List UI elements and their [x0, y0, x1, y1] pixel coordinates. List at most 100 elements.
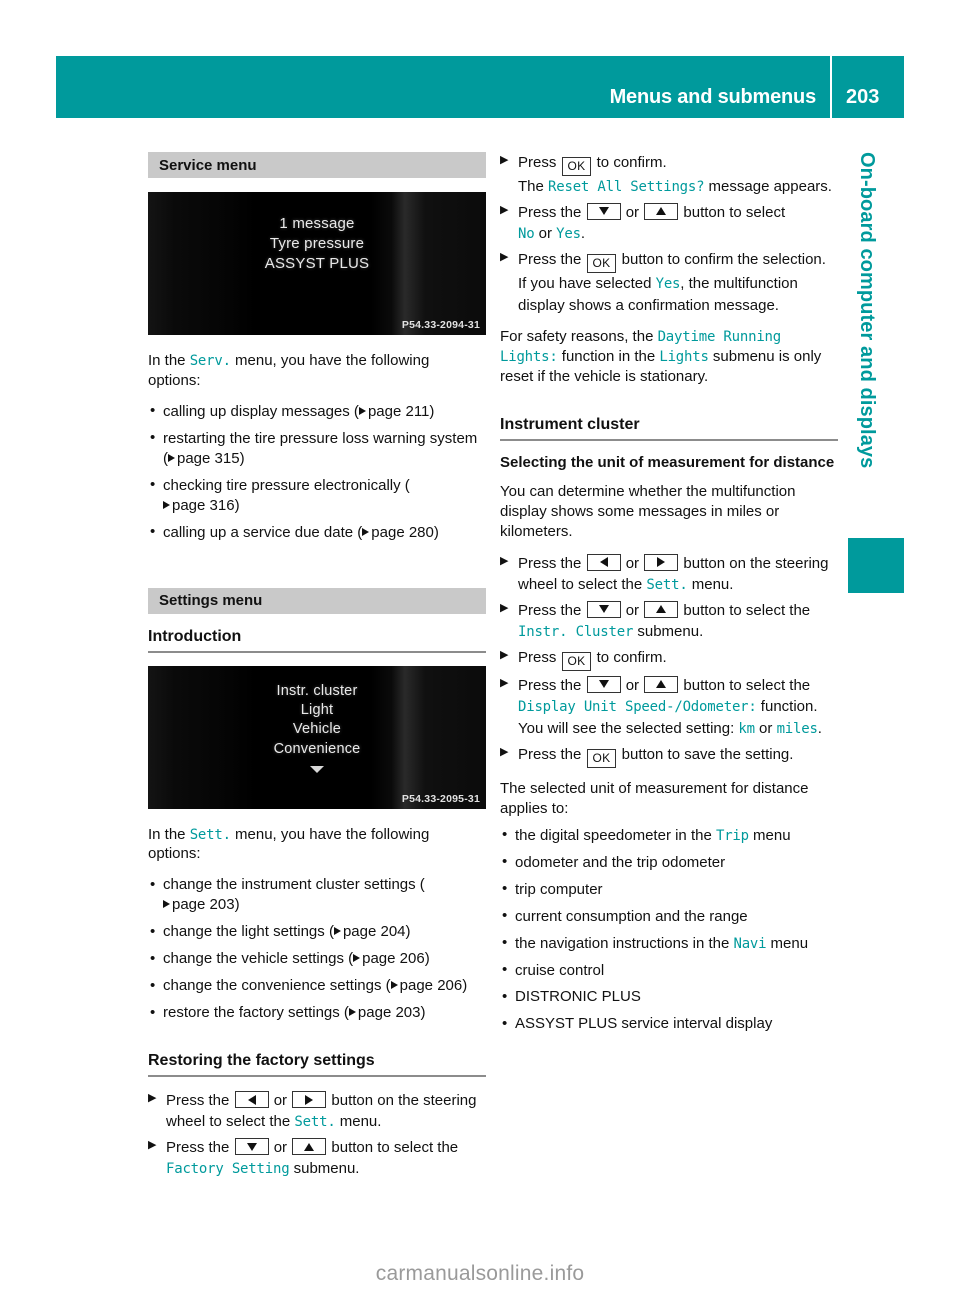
ok-button-icon[interactable]: OK: [561, 157, 592, 176]
page-ref-arrow-icon: [333, 927, 341, 936]
list-item: the digital speedometer in the Trip menu: [500, 825, 838, 846]
list-item-tail: ): [234, 496, 240, 514]
page-ref-arrow-icon: [163, 900, 170, 909]
submenu-lights: Lights: [659, 349, 709, 366]
arrow-right-button-icon[interactable]: [644, 553, 679, 571]
arrow-down-button-icon[interactable]: [586, 202, 621, 220]
safety-note-paragraph: For safety reasons, the Daytime Running …: [500, 327, 838, 387]
ok-button-icon[interactable]: OK: [586, 254, 617, 274]
list-item: restore the factory settings (page 203): [148, 1003, 486, 1023]
page-ref-arrow-icon: [358, 406, 366, 415]
settings-intro-paragraph: In the Sett. menu, you have the followin…: [148, 825, 486, 865]
applies-to-list: the digital speedometer in the Trip menu…: [500, 825, 838, 1035]
message-reset-all-settings: Reset All Settings?: [548, 179, 705, 195]
list-item: change the instrument cluster settings (…: [148, 875, 486, 915]
step-text: Press the: [518, 203, 586, 221]
submenu-instr-cluster: Instr. Cluster: [518, 624, 634, 641]
arrow-left-button-icon[interactable]: [586, 553, 621, 571]
arrow-left-button-icon[interactable]: [234, 1091, 269, 1108]
page-number: 203: [846, 86, 880, 108]
option-yes: Yes: [556, 226, 581, 243]
list-item-tail: menu: [748, 826, 791, 844]
menu-navi: Navi: [733, 935, 767, 952]
page-ref-arrow-icon: [168, 453, 175, 462]
step-text: submenu.: [289, 1160, 360, 1178]
submenu-name-factory-setting: Factory Setting: [166, 1161, 290, 1178]
figure-line: Tyre pressure: [269, 234, 365, 252]
list-item: DISTRONIC PLUS: [500, 987, 838, 1007]
step-text: Press the: [518, 601, 586, 619]
page-reference: page 316: [163, 497, 235, 514]
page-reference: page 206: [353, 950, 425, 967]
page-ref-arrow-icon: [390, 981, 398, 990]
step-text: button to select the: [679, 676, 811, 694]
sub-text: or: [754, 720, 777, 738]
step-text: button to select the: [327, 1139, 459, 1157]
step-text: Press the: [518, 745, 586, 763]
list-item-text: current consumption and the range: [515, 907, 748, 925]
menu-trip: Trip: [715, 827, 749, 844]
page-ref-label: page 316: [172, 496, 235, 514]
list-item-tail: ): [433, 523, 439, 541]
arrow-right-button-icon[interactable]: [292, 1091, 327, 1108]
list-item-text: calling up a service due date (: [163, 523, 363, 541]
list-item: change the vehicle settings (page 206): [148, 949, 486, 969]
sub-text: You will see the selected setting:: [518, 720, 739, 738]
page-ref-label: page 206: [362, 950, 425, 968]
step-text: to confirm.: [592, 648, 667, 666]
subheading-unit-of-measurement: Selecting the unit of measurement for di…: [500, 454, 835, 472]
page-reference: page 203: [348, 1004, 421, 1021]
list-item-text: trip computer: [515, 880, 603, 898]
step-text: or: [621, 554, 644, 572]
figure-line: Instr. cluster: [276, 682, 358, 699]
step-text: or: [269, 1092, 292, 1109]
ok-button-icon[interactable]: OK: [561, 651, 592, 671]
step-text: Press the: [166, 1092, 234, 1109]
scroll-down-caret-icon: [310, 766, 324, 774]
step-text: menu.: [335, 1113, 382, 1131]
figure-service-text: 1 message Tyre pressure ASSYST PLUS: [148, 214, 486, 274]
step-item: Press the or button to select the Displa…: [500, 675, 838, 740]
sub-text: .: [817, 720, 822, 738]
figure-settings-text: Instr. cluster Light Vehicle Convenience: [148, 682, 486, 774]
settings-options-list: change the instrument cluster settings (…: [148, 875, 486, 1023]
page-ref-label: page 315: [177, 449, 240, 467]
unit-km: km: [738, 721, 755, 738]
step-text: submenu.: [633, 623, 704, 641]
heading-restoring-factory-settings: Restoring the factory settings: [148, 1052, 486, 1077]
list-item-text: odometer and the trip odometer: [515, 853, 726, 871]
sub-text: The: [518, 178, 549, 195]
step-text: Press the: [518, 676, 586, 694]
step-text: button to confirm the selection.: [617, 251, 826, 269]
arrow-up-button-icon[interactable]: [292, 1138, 327, 1156]
heading-instrument-cluster: Instrument cluster: [500, 416, 838, 442]
site-watermark: carmanualsonline.info: [375, 1262, 585, 1285]
list-item-tail: ): [424, 950, 430, 968]
step-text: or: [621, 676, 644, 694]
figure-line: Vehicle: [292, 721, 342, 738]
heading-introduction: Introduction: [148, 628, 486, 653]
arrow-down-button-icon[interactable]: [234, 1138, 269, 1156]
step-text: or: [621, 203, 644, 221]
arrow-up-button-icon[interactable]: [644, 675, 679, 693]
figure-line: Convenience: [273, 740, 361, 757]
list-item: checking tire pressure electronically (p…: [148, 475, 486, 516]
arrow-up-button-icon[interactable]: [644, 202, 679, 220]
arrow-down-button-icon[interactable]: [586, 600, 621, 618]
list-item: change the light settings (page 204): [148, 922, 486, 942]
page-reference: page 203: [163, 896, 235, 913]
list-item: odometer and the trip odometer: [500, 852, 838, 873]
sub-text: or: [534, 225, 557, 243]
factory-reset-steps-continued: Press OK to confirm. The Reset All Setti…: [500, 152, 838, 316]
sub-text: .: [580, 225, 586, 243]
arrow-up-button-icon[interactable]: [644, 600, 679, 618]
step-text: or: [621, 601, 644, 619]
step-substatement: If you have selected Yes, the multifunct…: [518, 273, 838, 316]
ok-button-icon[interactable]: OK: [586, 748, 617, 768]
step-item: Press the or button to select the Factor…: [148, 1137, 486, 1180]
arrow-down-button-icon[interactable]: [586, 675, 621, 693]
list-item-text: change the light settings (: [163, 923, 334, 941]
page-ref-label: page 280: [371, 523, 434, 541]
